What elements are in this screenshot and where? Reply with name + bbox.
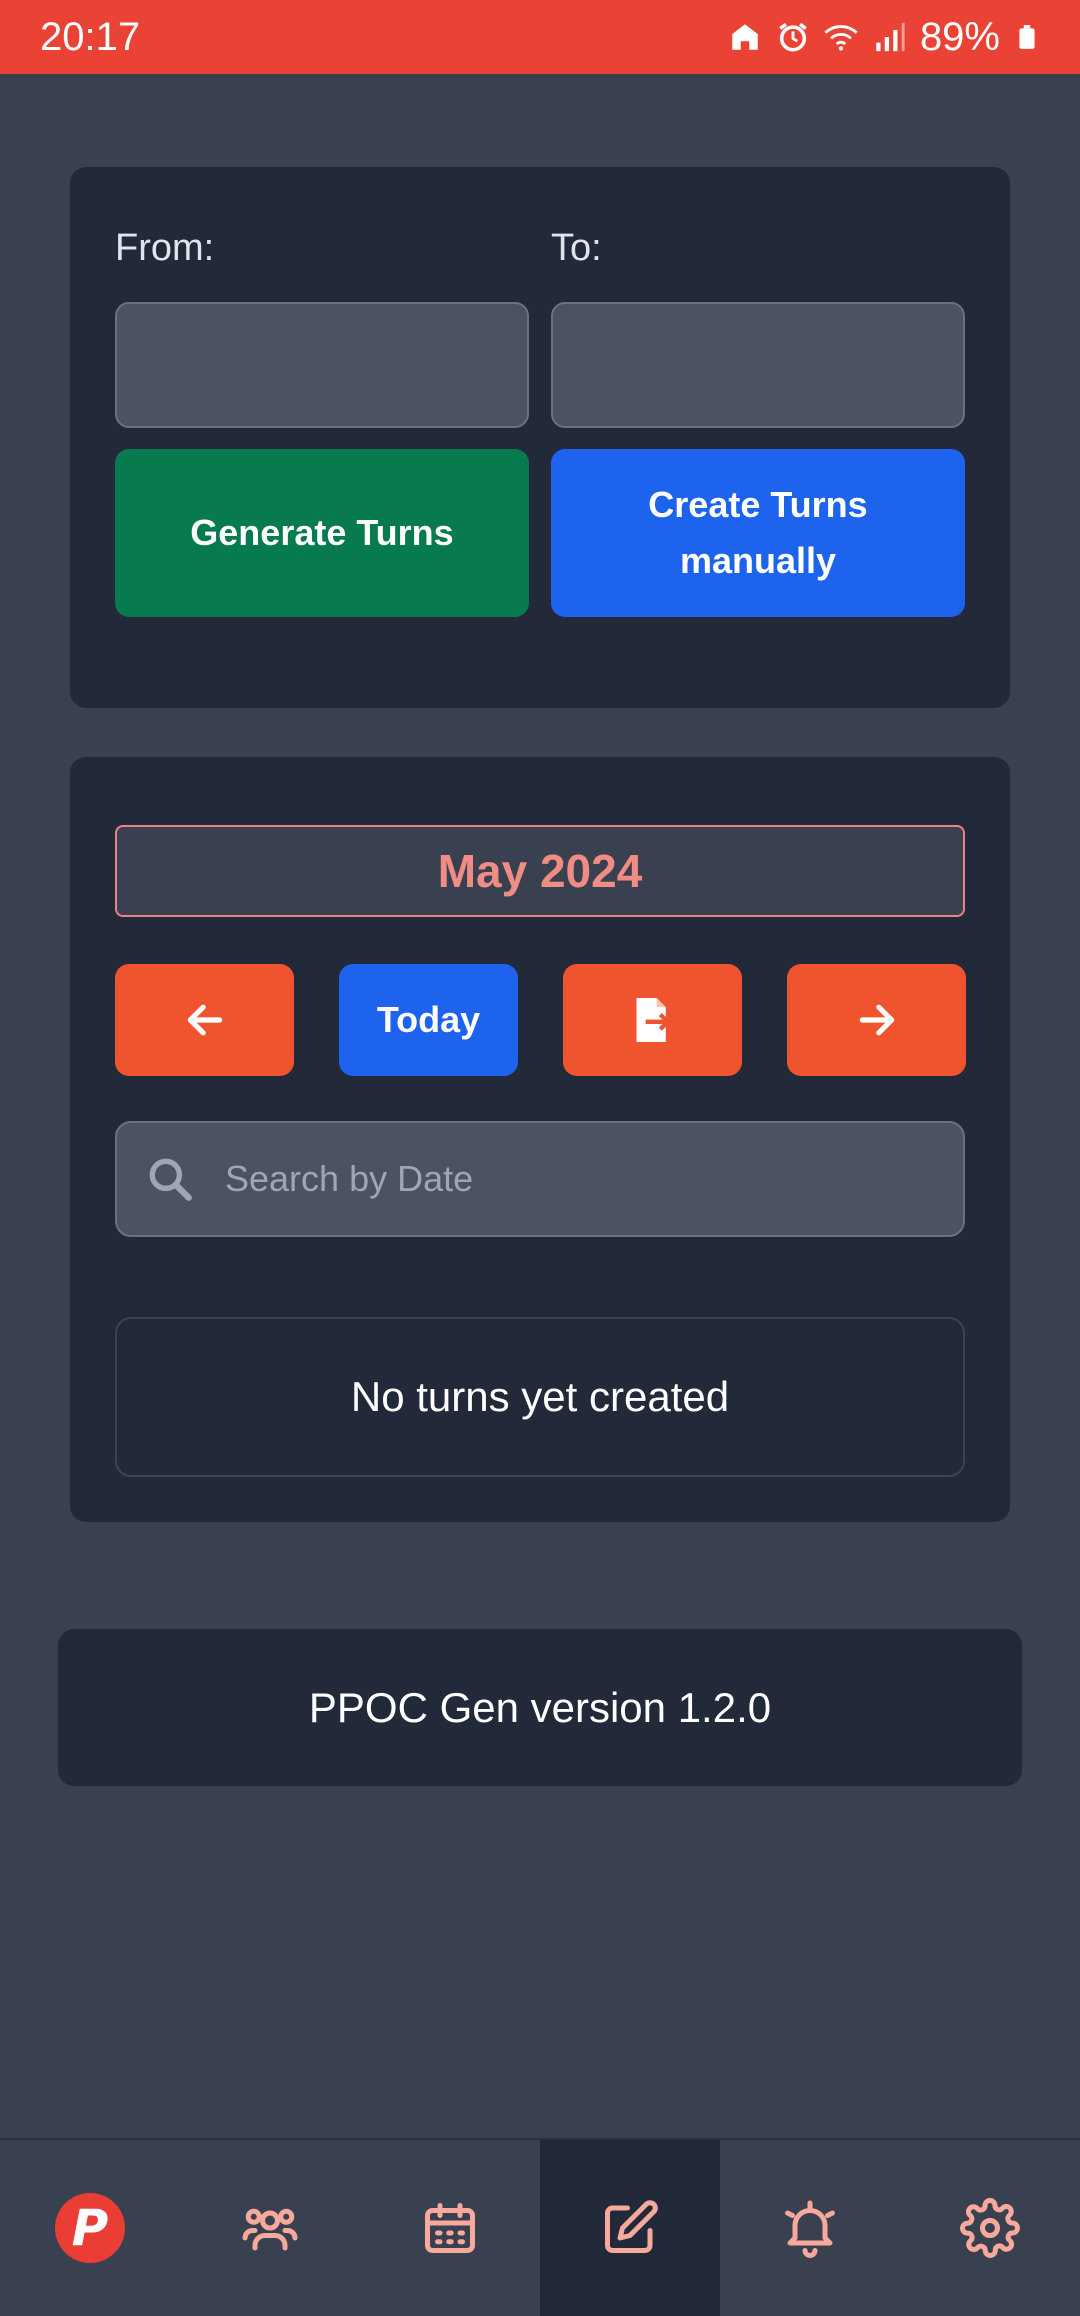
- turn-generator-card: From: To: Generate Turns Create Turns ma…: [70, 167, 1010, 708]
- to-label: To:: [551, 227, 602, 269]
- signal-icon: [876, 22, 905, 52]
- today-button[interactable]: Today: [339, 964, 518, 1076]
- arrow-right-icon: [859, 1004, 894, 1036]
- search-by-date-input[interactable]: [225, 1158, 925, 1200]
- bottom-navigation: P: [0, 2138, 1080, 2316]
- create-turns-manually-button[interactable]: Create Turns manually: [551, 449, 965, 617]
- arrow-left-icon: [187, 1004, 222, 1036]
- search-by-date-field[interactable]: [115, 1121, 965, 1237]
- nav-home[interactable]: P: [0, 2140, 180, 2316]
- status-icons: 89%: [728, 15, 1040, 60]
- users-icon: [242, 2208, 298, 2251]
- home-icon: [732, 24, 758, 50]
- version-text: PPOC Gen version 1.2.0: [308, 1683, 772, 1731]
- search-icon: [149, 1158, 192, 1201]
- edit-icon: [605, 2200, 658, 2253]
- nav-edit[interactable]: [540, 2140, 720, 2316]
- from-label: From:: [115, 227, 215, 269]
- gear-icon: [960, 2198, 1020, 2258]
- calendar-card: May 2024 Today No turns yet created: [70, 757, 1010, 1522]
- status-bar: 20:17 89%: [0, 0, 1080, 74]
- nav-settings[interactable]: [900, 2140, 1080, 2316]
- battery-icon: [1019, 25, 1035, 49]
- create-turns-label-line1: Create Turns: [648, 484, 868, 525]
- file-export-icon: [636, 998, 671, 1042]
- nav-users[interactable]: [180, 2140, 360, 2316]
- battery-percent: 89%: [919, 14, 1000, 59]
- nav-calendar[interactable]: [360, 2140, 540, 2316]
- from-date-input[interactable]: [115, 302, 529, 428]
- wifi-icon: [824, 25, 858, 51]
- generate-turns-button[interactable]: Generate Turns: [115, 449, 529, 617]
- to-date-input[interactable]: [551, 302, 965, 428]
- month-title: May 2024: [115, 825, 965, 917]
- nav-notifications[interactable]: [720, 2140, 900, 2316]
- next-month-button[interactable]: [787, 964, 966, 1076]
- today-label: Today: [376, 999, 481, 1040]
- export-button[interactable]: [563, 964, 742, 1076]
- version-card: PPOC Gen version 1.2.0: [58, 1629, 1022, 1786]
- previous-month-button[interactable]: [115, 964, 294, 1076]
- status-time: 20:17: [40, 14, 141, 59]
- calendar-icon: [425, 2203, 475, 2253]
- bell-icon: [785, 2200, 835, 2258]
- app-logo: P: [55, 2193, 125, 2263]
- create-turns-label-line2: manually: [679, 540, 837, 581]
- generate-turns-label: Generate Turns: [190, 512, 454, 553]
- alarm-icon: [779, 22, 807, 52]
- empty-turns-message: No turns yet created: [115, 1317, 965, 1477]
- app-logo-letter: P: [71, 2199, 109, 2257]
